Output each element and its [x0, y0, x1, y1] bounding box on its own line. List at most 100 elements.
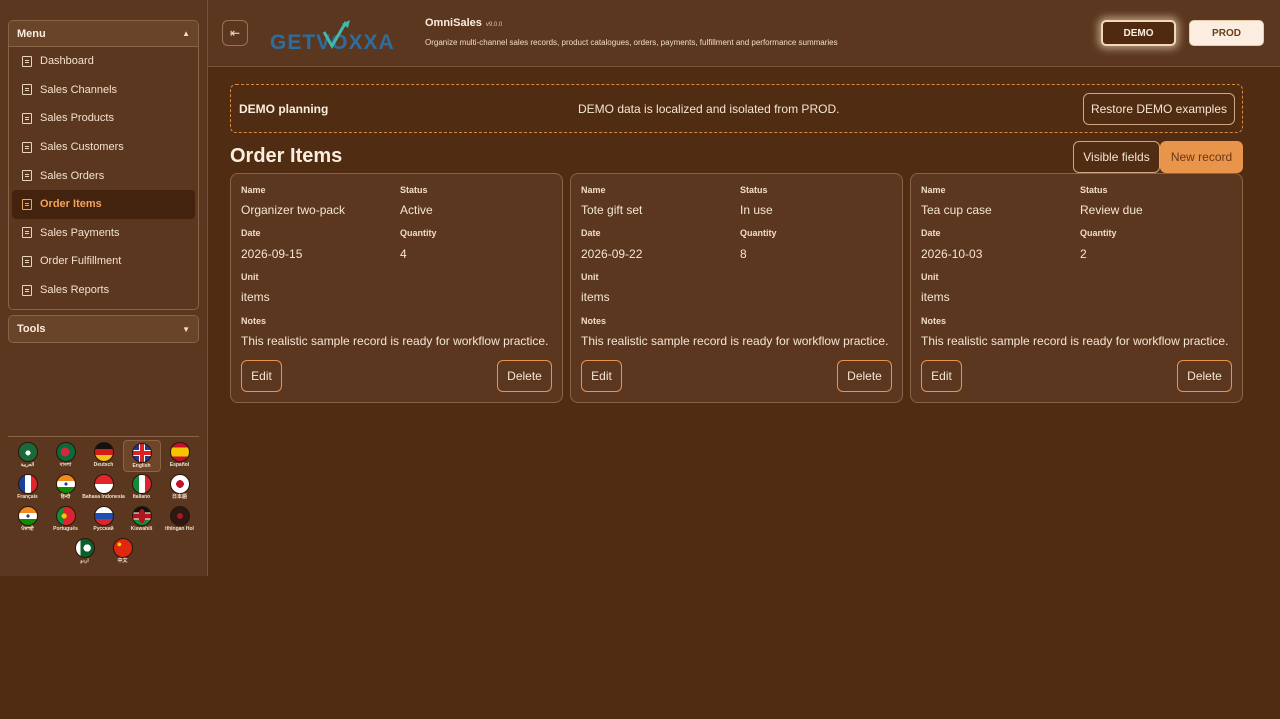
unit-value: items: [241, 290, 270, 304]
sidebar-item-label: Order Items: [40, 198, 102, 211]
language-option[interactable]: বাংলা: [47, 440, 85, 472]
status-label: Status: [740, 185, 768, 195]
delete-button[interactable]: Delete: [1177, 360, 1232, 392]
sidebar-item-order-fulfillment[interactable]: Order Fulfillment: [12, 247, 195, 276]
sidebar-toggle-button[interactable]: ⇤: [222, 20, 248, 46]
demo-env-button[interactable]: DEMO: [1101, 20, 1176, 46]
language-option[interactable]: tlhIngan Hol: [161, 504, 199, 536]
quantity-value: 2: [1080, 247, 1087, 261]
date-label: Date: [581, 228, 601, 238]
language-option[interactable]: 日本語: [161, 472, 199, 504]
document-icon: [22, 198, 32, 210]
date-value: 2026-09-22: [581, 247, 643, 261]
new-record-button[interactable]: New record: [1160, 141, 1243, 173]
language-name: Español: [169, 462, 190, 468]
app-name: OmniSales: [425, 17, 482, 29]
collapse-sidebar-icon: ⇤: [229, 26, 241, 40]
document-icon: [22, 255, 32, 267]
language-option[interactable]: Kiswahili: [123, 504, 161, 536]
sidebar-item-order-items[interactable]: Order Items: [12, 189, 195, 219]
language-name: Français: [17, 494, 38, 500]
edit-button[interactable]: Edit: [921, 360, 962, 392]
language-name: tlhIngan Hol: [165, 526, 194, 532]
tools-title: Tools: [17, 323, 46, 335]
sidebar-item-sales-customers[interactable]: Sales Customers: [12, 133, 195, 162]
language-option[interactable]: اردو: [66, 536, 104, 568]
name-label: Name: [921, 185, 946, 195]
edit-button[interactable]: Edit: [241, 360, 282, 392]
sidebar-item-sales-orders[interactable]: Sales Orders: [12, 161, 195, 190]
menu-panel-header[interactable]: Menu ▲: [9, 21, 198, 47]
pakistan-flag-icon: [74, 538, 95, 558]
language-option[interactable]: Русский: [85, 504, 123, 536]
record-card: Name Tote gift set Status In use Date 2026-09…: [570, 173, 903, 403]
quantity-label: Quantity: [1080, 228, 1117, 238]
restore-demo-button[interactable]: Restore DEMO examples: [1083, 93, 1235, 125]
language-name: العربية: [20, 462, 35, 468]
sidebar-item-sales-reports[interactable]: Sales Reports: [12, 276, 195, 305]
name-label: Name: [581, 185, 606, 195]
language-option[interactable]: Español: [161, 440, 199, 472]
language-option[interactable]: Bahasa Indonesia: [82, 472, 125, 504]
language-option[interactable]: ਪੰਜਾਬੀ: [9, 504, 47, 536]
language-option[interactable]: English: [122, 440, 161, 472]
delete-button[interactable]: Delete: [497, 360, 552, 392]
japan-flag-icon: [169, 474, 190, 494]
sidebar-item-label: Sales Channels: [40, 83, 118, 96]
language-name: हिन्दी: [60, 494, 71, 500]
sidebar-item-sales-products[interactable]: Sales Products: [12, 104, 195, 133]
language-divider: [8, 436, 199, 437]
unit-value: items: [581, 290, 610, 304]
getvoxxa-logo: GETVOXXA: [270, 20, 394, 54]
language-option[interactable]: Deutsch: [85, 440, 123, 472]
bangladesh-flag-icon: [55, 442, 76, 462]
sidebar-item-sales-payments[interactable]: Sales Payments: [12, 219, 195, 248]
indonesia-flag-icon: [93, 474, 114, 494]
app-version: v9.0.0: [485, 22, 503, 28]
unit-label: Unit: [581, 272, 599, 282]
name-value: Organizer two-pack: [241, 203, 346, 217]
kenya-flag-icon: [131, 506, 152, 526]
france-flag-icon: [17, 474, 38, 494]
unit-label: Unit: [241, 272, 259, 282]
prod-env-button[interactable]: PROD: [1189, 20, 1264, 46]
language-option[interactable]: हिन्दी: [47, 472, 85, 504]
india-flag-icon: [17, 506, 38, 526]
sidebar-item-sales-channels[interactable]: Sales Channels: [12, 76, 195, 105]
language-option[interactable]: العربية: [9, 440, 47, 472]
sidebar: Menu ▲ Dashboard Sales Channels Sales Prod…: [0, 0, 208, 576]
india-flag-icon: [55, 474, 76, 494]
date-value: 2026-09-15: [241, 247, 303, 261]
sidebar-item-label: Sales Reports: [40, 284, 110, 297]
notes-label: Notes: [241, 316, 267, 326]
visible-fields-button[interactable]: Visible fields: [1073, 141, 1160, 173]
date-label: Date: [921, 228, 941, 238]
language-name: Português: [53, 526, 78, 532]
quantity-value: 4: [400, 247, 407, 261]
language-option[interactable]: Português: [47, 504, 85, 536]
menu-list: Dashboard Sales Channels Sales Products Sal…: [9, 47, 198, 304]
sidebar-item-dashboard[interactable]: Dashboard: [12, 47, 195, 76]
tools-panel-header[interactable]: Tools ▼: [9, 316, 198, 342]
language-name: English: [132, 463, 151, 469]
portugal-flag-icon: [55, 506, 76, 526]
delete-button[interactable]: Delete: [837, 360, 892, 392]
language-option[interactable]: Français: [9, 472, 47, 504]
language-option[interactable]: Italiano: [123, 472, 161, 504]
language-name: ਪੰਜਾਬੀ: [21, 526, 34, 532]
banner-message: DEMO data is localized and isolated from…: [578, 102, 840, 116]
edit-button[interactable]: Edit: [581, 360, 622, 392]
name-value: Tote gift set: [581, 203, 643, 217]
status-value: Review due: [1080, 203, 1143, 217]
name-value: Tea cup case: [921, 203, 992, 217]
sidebar-item-label: Order Fulfillment: [40, 255, 122, 268]
status-value: In use: [740, 203, 773, 217]
unit-value: items: [921, 290, 950, 304]
app-subtitle: Organize multi-channel sales records, pr…: [425, 38, 838, 47]
language-option[interactable]: 中文: [104, 536, 142, 568]
demo-banner: DEMO planning DEMO data is localized and…: [230, 84, 1243, 133]
chevron-down-icon: ▼: [182, 324, 190, 334]
document-icon: [22, 112, 32, 124]
unit-label: Unit: [921, 272, 939, 282]
page-title: Order Items: [230, 145, 343, 167]
